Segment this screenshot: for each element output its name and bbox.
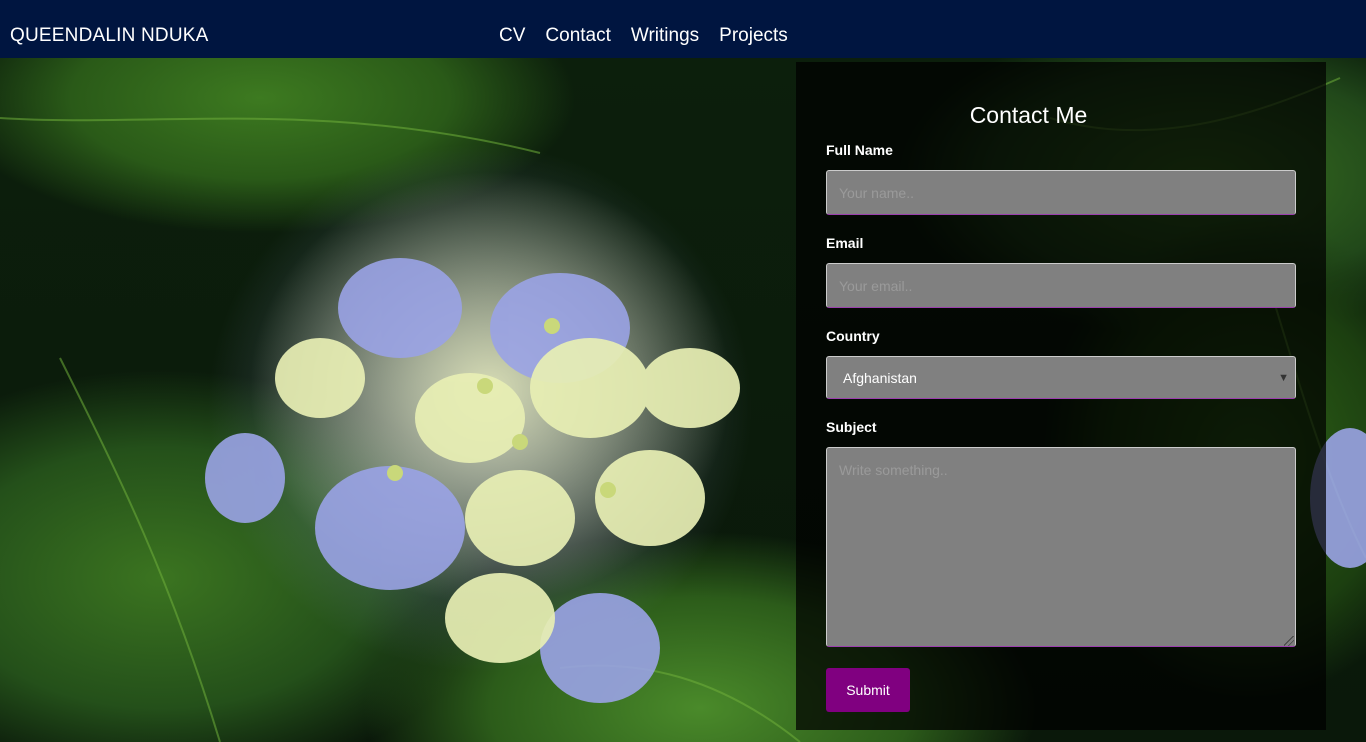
nav-link-writings[interactable]: Writings — [631, 25, 699, 47]
country-select[interactable]: Afghanistan ▼ — [826, 356, 1296, 399]
nav-link-contact[interactable]: Contact — [545, 25, 610, 47]
full-name-input[interactable] — [826, 170, 1296, 215]
top-navigation-bar: QUEENDALIN NDUKA CV Contact Writings Pro… — [0, 0, 1366, 58]
email-input[interactable] — [826, 263, 1296, 308]
main-nav: CV Contact Writings Projects — [499, 25, 788, 47]
contact-form-panel: Contact Me Full Name Email Country Afgha… — [796, 62, 1326, 730]
country-select-value: Afghanistan — [843, 369, 917, 386]
email-label: Email — [826, 235, 864, 251]
subject-textarea[interactable] — [826, 447, 1296, 647]
subject-label: Subject — [826, 419, 877, 435]
chevron-down-icon: ▼ — [1278, 371, 1289, 384]
country-label: Country — [826, 328, 880, 344]
site-brand[interactable]: QUEENDALIN NDUKA — [10, 25, 209, 47]
full-name-label: Full Name — [826, 142, 893, 158]
nav-link-cv[interactable]: CV — [499, 25, 525, 47]
nav-link-projects[interactable]: Projects — [719, 25, 788, 47]
submit-button[interactable]: Submit — [826, 668, 910, 712]
contact-form-title: Contact Me — [969, 102, 1088, 128]
textarea-resize-handle[interactable] — [1284, 636, 1294, 646]
